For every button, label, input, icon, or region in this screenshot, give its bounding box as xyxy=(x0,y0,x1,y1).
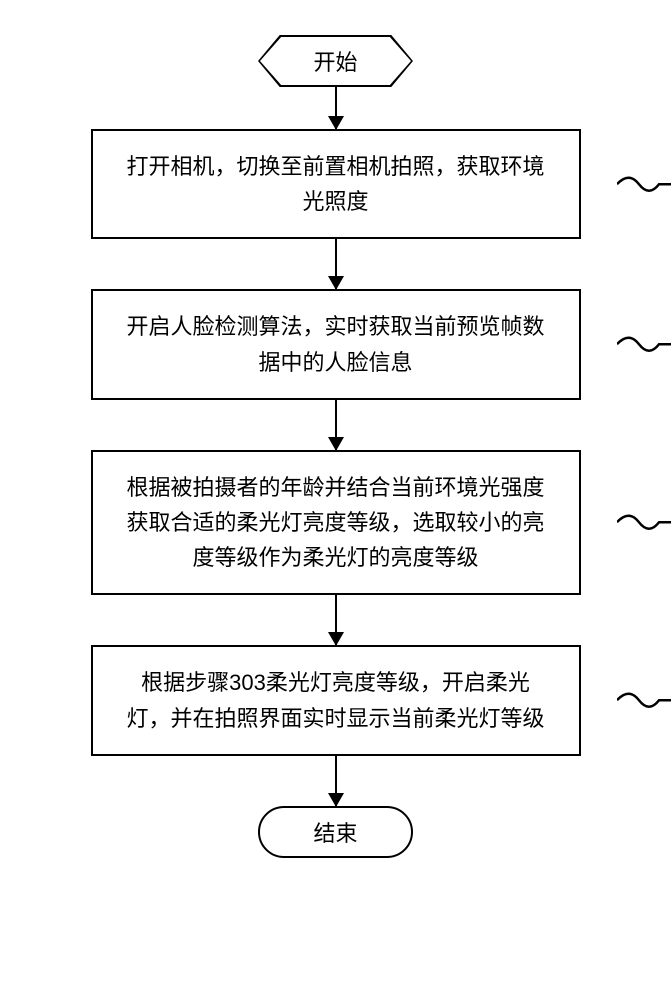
step-label-303: 303 xyxy=(617,502,671,544)
process-text: 根据步骤303柔光灯亮度等级，开启柔光灯，并在拍照界面实时显示当前柔光灯等级 xyxy=(126,670,544,730)
process-step-304: 根据步骤303柔光灯亮度等级，开启柔光灯，并在拍照界面实时显示当前柔光灯等级 3… xyxy=(91,645,581,755)
arrow-icon xyxy=(335,239,337,289)
process-text: 开启人脸检测算法，实时获取当前预览帧数据中的人脸信息 xyxy=(126,314,544,374)
end-terminator: 结束 xyxy=(258,806,413,858)
start-label: 开始 xyxy=(260,37,411,85)
arrow-icon xyxy=(335,595,337,645)
process-text: 根据被拍摄者的年龄并结合当前环境光强度获取合适的柔光灯亮度等级，选取较小的亮度等… xyxy=(126,475,544,570)
end-label: 结束 xyxy=(313,816,357,848)
process-step-303: 根据被拍摄者的年龄并结合当前环境光强度获取合适的柔光灯亮度等级，选取较小的亮度等… xyxy=(91,450,581,596)
step-label-301: 301 xyxy=(617,163,671,205)
step-label-302: 302 xyxy=(617,324,671,366)
connector-squiggle-icon xyxy=(617,508,671,538)
process-step-301: 打开相机，切换至前置相机拍照，获取环境光照度 301 xyxy=(91,129,581,239)
connector-squiggle-icon xyxy=(617,169,671,199)
process-step-302: 开启人脸检测算法，实时获取当前预览帧数据中的人脸信息 302 xyxy=(91,289,581,399)
arrow-icon xyxy=(335,400,337,450)
connector-squiggle-icon xyxy=(617,686,671,716)
step-label-304: 304 xyxy=(617,680,671,722)
connector-squiggle-icon xyxy=(617,330,671,360)
arrow-icon xyxy=(335,87,337,129)
flowchart-container: 开始 打开相机，切换至前置相机拍照，获取环境光照度 301 开启人脸检测算法，实… xyxy=(0,0,671,858)
start-terminator: 开始 xyxy=(258,35,413,87)
arrow-icon xyxy=(335,756,337,806)
process-text: 打开相机，切换至前置相机拍照，获取环境光照度 xyxy=(126,154,544,214)
